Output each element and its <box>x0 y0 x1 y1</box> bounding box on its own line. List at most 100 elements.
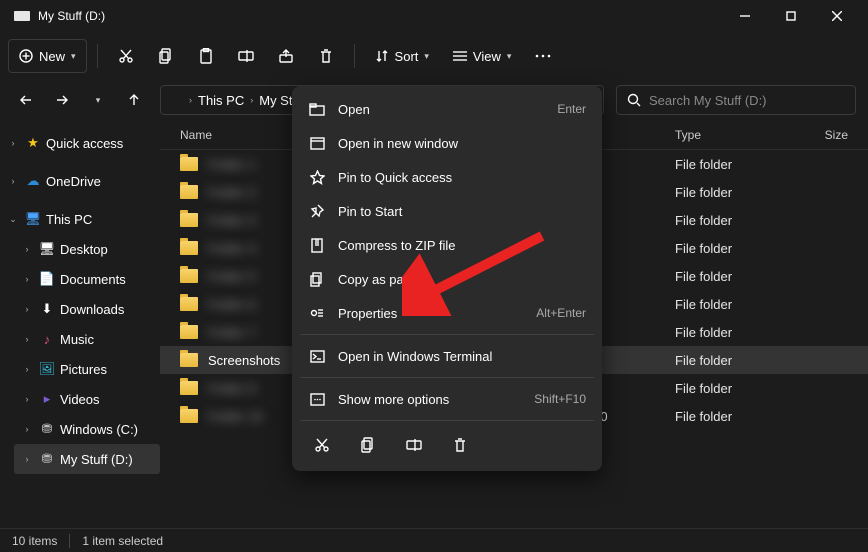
chevron-right-icon[interactable]: › <box>6 138 20 148</box>
back-button[interactable] <box>12 86 40 114</box>
close-button[interactable] <box>814 0 860 32</box>
sort-icon <box>375 49 389 63</box>
row-type: File folder <box>675 409 820 424</box>
scissors-icon <box>314 437 330 453</box>
list-icon <box>453 50 467 62</box>
ctx-copy-button[interactable] <box>354 431 382 459</box>
copy-icon <box>361 437 375 453</box>
ctx-copy-path[interactable]: Copy as path <box>298 262 596 296</box>
sidebar-item-label: Videos <box>60 392 100 407</box>
share-button[interactable] <box>268 39 304 73</box>
status-count: 10 items <box>12 534 57 548</box>
folder-icon <box>180 325 198 339</box>
divider <box>97 44 98 68</box>
copy-button[interactable] <box>148 39 184 73</box>
sidebar-item-c-drive[interactable]: › ⛃ Windows (C:) <box>14 414 160 444</box>
star-icon: ★ <box>24 134 42 152</box>
cut-button[interactable] <box>108 39 144 73</box>
ctx-terminal[interactable]: Open in Windows Terminal <box>298 339 596 373</box>
ctx-label: Compress to ZIP file <box>338 238 586 253</box>
maximize-button[interactable] <box>768 0 814 32</box>
forward-button[interactable] <box>48 86 76 114</box>
more-button[interactable] <box>525 39 561 73</box>
chevron-right-icon[interactable]: › <box>20 454 34 464</box>
breadcrumb-item[interactable]: This PC <box>198 93 244 108</box>
ctx-rename-button[interactable] <box>400 431 428 459</box>
star-pin-icon <box>308 170 326 185</box>
sidebar-item-label: Quick access <box>46 136 123 151</box>
ctx-delete-button[interactable] <box>446 431 474 459</box>
column-type[interactable]: Type <box>675 128 820 142</box>
folder-icon <box>180 241 198 255</box>
status-selection: 1 item selected <box>82 534 163 548</box>
view-button[interactable]: View ▾ <box>443 39 521 73</box>
ctx-label: Pin to Quick access <box>338 170 586 185</box>
ctx-zip[interactable]: Compress to ZIP file <box>298 228 596 262</box>
sidebar-item-music[interactable]: › ♪ Music <box>14 324 160 354</box>
sidebar-item-label: Windows (C:) <box>60 422 138 437</box>
folder-icon <box>180 185 198 199</box>
ctx-cut-button[interactable] <box>308 431 336 459</box>
sidebar-item-d-drive[interactable]: › ⛃ My Stuff (D:) <box>14 444 160 474</box>
chevron-right-icon[interactable]: › <box>20 424 34 434</box>
pin-icon <box>308 204 326 218</box>
chevron-right-icon[interactable]: › <box>20 274 34 284</box>
sidebar-item-pictures[interactable]: › 🖼 Pictures <box>14 354 160 384</box>
trash-icon <box>453 438 467 453</box>
ctx-label: Open <box>338 102 545 117</box>
copy-path-icon <box>308 272 326 287</box>
downloads-icon: ⬇ <box>38 300 56 318</box>
sidebar-item-videos[interactable]: › ▸ Videos <box>14 384 160 414</box>
paste-button[interactable] <box>188 39 224 73</box>
chevron-right-icon[interactable]: › <box>20 334 34 344</box>
minimize-button[interactable] <box>722 0 768 32</box>
chevron-right-icon[interactable]: › <box>20 304 34 314</box>
copy-icon <box>159 48 173 64</box>
plus-circle-icon <box>19 49 33 63</box>
chevron-right-icon[interactable]: › <box>6 176 20 186</box>
folder-icon <box>180 381 198 395</box>
folder-icon <box>180 353 198 367</box>
toolbar: New ▾ Sort ▾ View ▾ <box>0 32 868 80</box>
pictures-icon: 🖼 <box>38 360 56 378</box>
ctx-more[interactable]: Show more options Shift+F10 <box>298 382 596 416</box>
column-size[interactable]: Size <box>820 128 868 142</box>
row-type: File folder <box>675 325 820 340</box>
up-button[interactable] <box>120 86 148 114</box>
ctx-pin-start[interactable]: Pin to Start <box>298 194 596 228</box>
sidebar-item-quick-access[interactable]: › ★ Quick access <box>0 128 160 158</box>
rename-icon <box>238 49 254 63</box>
rename-button[interactable] <box>228 39 264 73</box>
row-type: File folder <box>675 269 820 284</box>
ctx-pin-quick[interactable]: Pin to Quick access <box>298 160 596 194</box>
sidebar-item-label: Downloads <box>60 302 124 317</box>
ctx-open[interactable]: Open Enter <box>298 92 596 126</box>
sidebar-item-label: Documents <box>60 272 126 287</box>
sidebar-item-documents[interactable]: › 📄 Documents <box>14 264 160 294</box>
ctx-label: Open in Windows Terminal <box>338 349 586 364</box>
ctx-new-window[interactable]: Open in new window <box>298 126 596 160</box>
chevron-right-icon[interactable]: › <box>20 364 34 374</box>
sidebar-item-onedrive[interactable]: › ☁ OneDrive <box>0 166 160 196</box>
sidebar-item-downloads[interactable]: › ⬇ Downloads <box>14 294 160 324</box>
folder-icon <box>180 409 198 423</box>
recent-button[interactable]: ▾ <box>84 86 112 114</box>
new-button[interactable]: New ▾ <box>8 39 87 73</box>
folder-icon <box>180 157 198 171</box>
window-icon <box>308 137 326 150</box>
chevron-down-icon: ▾ <box>71 51 76 62</box>
chevron-right-icon[interactable]: › <box>20 394 34 404</box>
folder-icon <box>180 297 198 311</box>
search-input[interactable]: Search My Stuff (D:) <box>616 85 856 115</box>
desktop-icon: 🖥 <box>38 240 56 258</box>
sidebar-item-desktop[interactable]: › 🖥 Desktop <box>14 234 160 264</box>
chevron-down-icon[interactable]: ⌄ <box>6 214 20 225</box>
ctx-properties[interactable]: Properties Alt+Enter <box>298 296 596 330</box>
delete-button[interactable] <box>308 39 344 73</box>
divider <box>300 334 594 335</box>
scissors-icon <box>118 48 134 64</box>
sort-button[interactable]: Sort ▾ <box>365 39 439 73</box>
search-placeholder: Search My Stuff (D:) <box>649 93 767 108</box>
sidebar-item-this-pc[interactable]: ⌄ 🖥 This PC <box>0 204 160 234</box>
chevron-right-icon[interactable]: › <box>20 244 34 254</box>
